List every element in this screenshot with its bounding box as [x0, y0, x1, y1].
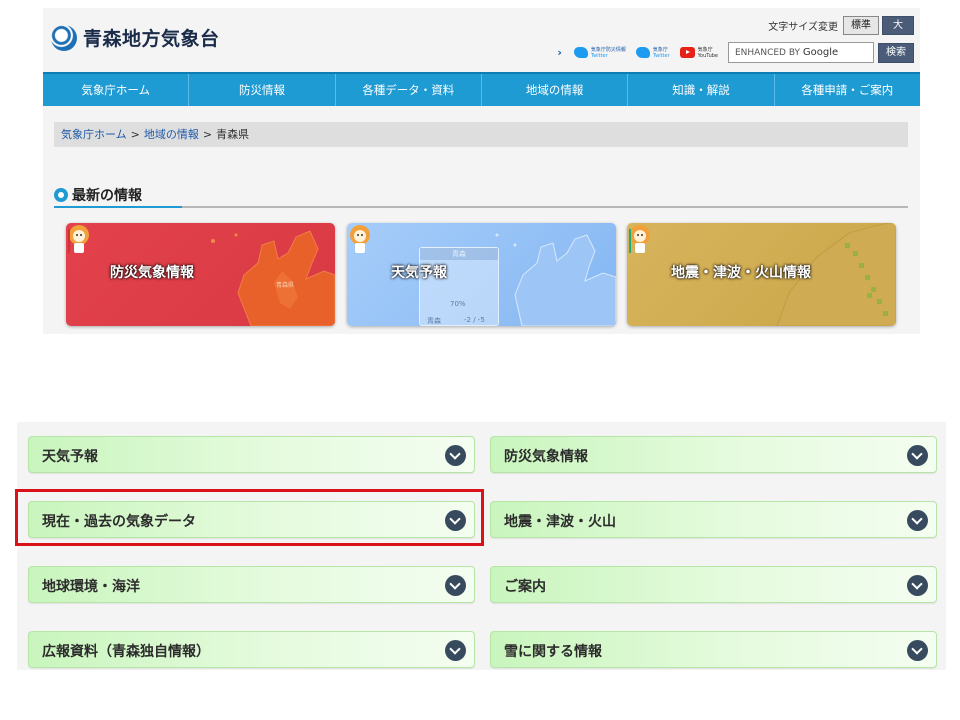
nav-item-jma-home[interactable]: 気象庁ホーム [43, 74, 190, 106]
nav-item-regional-info[interactable]: 地域の情報 [482, 74, 629, 106]
card-disaster-weather[interactable]: 青森県 防災気象情報 [66, 223, 335, 326]
forecast-widget-header: 青森 [420, 248, 498, 260]
chevron-down-icon [445, 575, 466, 596]
menu-label: 天気予報 [42, 449, 98, 465]
forecast-widget: 青森 70% 青森 -2 / -5 [419, 247, 499, 326]
card-label: 地震・津波・火山情報 [671, 265, 811, 281]
youtube-play-icon [679, 47, 695, 58]
sns-sublabel: Twitter [590, 52, 608, 59]
jma-twitter-link[interactable]: 気象庁 Twitter [635, 46, 670, 59]
chevron-down-icon [445, 640, 466, 661]
breadcrumb-current: 青森県 [216, 128, 250, 141]
menu-press-materials[interactable]: 広報資料（青森独自情報） [28, 631, 475, 668]
forecast-temps: -2 / -5 [464, 316, 485, 324]
nav-item-disaster-info[interactable]: 防災情報 [189, 74, 336, 106]
sns-sublabel: YouTube [697, 52, 718, 59]
font-size-standard-button[interactable]: 標準 [843, 16, 879, 35]
site-search-input[interactable]: ENHANCED BY Google [728, 42, 874, 63]
menu-snow-info[interactable]: 雪に関する情報 [490, 631, 937, 668]
menu-global-environment-ocean[interactable]: 地球環境・海洋 [28, 566, 475, 603]
twitter-bird-icon [573, 47, 588, 58]
card-label: 天気予報 [391, 265, 447, 281]
jma-aomori-website: 青森地方気象台 文字サイズ変更 標準 大 › 気象庁防災情報 Twitter 気… [43, 8, 920, 334]
card-earthquake-tsunami-volcano[interactable]: 地震・津波・火山情報 [627, 223, 896, 326]
menu-label: 地球環境・海洋 [42, 579, 140, 595]
menu-label: 地震・津波・火山 [504, 514, 616, 530]
search-enhanced-text: ENHANCED BY [735, 48, 801, 58]
map-prefecture-label: 青森県 [276, 281, 294, 289]
site-logo[interactable]: 青森地方気象台 [51, 24, 220, 51]
global-nav: 気象庁ホーム 防災情報 各種データ・資料 地域の情報 知識・解説 各種申請・ご案… [43, 72, 920, 106]
sns-sublabel: Twitter [652, 52, 670, 59]
chevron-down-icon [907, 510, 928, 531]
menu-label: ご案内 [504, 579, 546, 595]
card-weather-forecast[interactable]: 青森 70% 青森 -2 / -5 天気予報 [347, 223, 616, 326]
chevron-down-icon [445, 445, 466, 466]
search-button[interactable]: 検索 [878, 42, 914, 63]
menu-guidance[interactable]: ご案内 [490, 566, 937, 603]
card-label: 防災気象情報 [110, 265, 194, 281]
breadcrumb-separator: > [202, 128, 213, 141]
aomori-map-warning-icon: 青森県 [211, 230, 335, 326]
chevron-right-icon[interactable]: › [557, 46, 562, 59]
menu-label: 雪に関する情報 [504, 644, 602, 660]
sns-label: 気象庁 [652, 46, 668, 53]
latest-info-heading: 最新の情報 [54, 183, 908, 208]
chevron-down-icon [907, 575, 928, 596]
chevron-down-icon [907, 640, 928, 661]
breadcrumb-region-link[interactable]: 地域の情報 [144, 128, 199, 141]
forecast-city: 青森 [427, 317, 441, 325]
breadcrumb-home-link[interactable]: 気象庁ホーム [61, 128, 127, 141]
menu-disaster-weather-info[interactable]: 防災気象情報 [490, 436, 937, 473]
jma-youtube-link[interactable]: 気象庁 YouTube [679, 47, 718, 59]
precipitation-probability: 70% [450, 300, 466, 308]
menu-current-past-weather-data[interactable]: 現在・過去の気象データ [28, 501, 475, 538]
latest-info-title: 最新の情報 [72, 188, 142, 204]
screenshot-root: 青森地方気象台 文字サイズ変更 標準 大 › 気象庁防災情報 Twitter 気… [0, 0, 960, 720]
search-google-text: Google [802, 47, 839, 58]
site-title: 青森地方気象台 [83, 28, 220, 50]
latest-info-cards: 青森県 防災気象情報 青森 70% 青森 -2 / -5 天気予報 地震・津波・… [66, 223, 896, 326]
mascot-icon [68, 225, 89, 253]
font-size-large-button[interactable]: 大 [882, 16, 914, 35]
breadcrumb: 気象庁ホーム > 地域の情報 > 青森県 [54, 122, 908, 147]
breadcrumb-separator: > [130, 128, 140, 141]
jma-disaster-twitter-link[interactable]: 気象庁防災情報 Twitter [573, 46, 626, 59]
twitter-bird-icon [635, 47, 650, 58]
site-header: 青森地方気象台 文字サイズ変更 標準 大 › 気象庁防災情報 Twitter 気… [43, 8, 920, 72]
mascot-icon [629, 225, 650, 253]
menu-weather-forecast[interactable]: 天気予報 [28, 436, 475, 473]
nav-item-applications[interactable]: 各種申請・ご案内 [775, 74, 920, 106]
bullet-circle-icon [54, 188, 68, 202]
nav-item-knowledge[interactable]: 知識・解説 [628, 74, 775, 106]
menu-label: 防災気象情報 [504, 449, 588, 465]
font-size-label: 文字サイズ変更 [768, 22, 838, 33]
chevron-down-icon [445, 510, 466, 531]
chevron-down-icon [907, 445, 928, 466]
menu-label: 広報資料（青森独自情報） [42, 644, 210, 660]
nav-item-data[interactable]: 各種データ・資料 [336, 74, 482, 106]
font-size-switcher: 文字サイズ変更 標準 大 [768, 16, 914, 35]
jma-emblem-icon [51, 24, 77, 51]
mascot-icon [350, 225, 370, 253]
category-menu: 天気予報 防災気象情報 現在・過去の気象データ 地震・津波・火山 地球環境・海洋… [17, 422, 946, 670]
menu-label: 現在・過去の気象データ [42, 514, 196, 530]
sns-label: 気象庁防災情報 [590, 46, 626, 53]
menu-earthquake-tsunami-volcano[interactable]: 地震・津波・火山 [490, 501, 937, 538]
header-toolbar: › 気象庁防災情報 Twitter 気象庁 Twitter 気象庁 YouTub… [557, 42, 914, 63]
